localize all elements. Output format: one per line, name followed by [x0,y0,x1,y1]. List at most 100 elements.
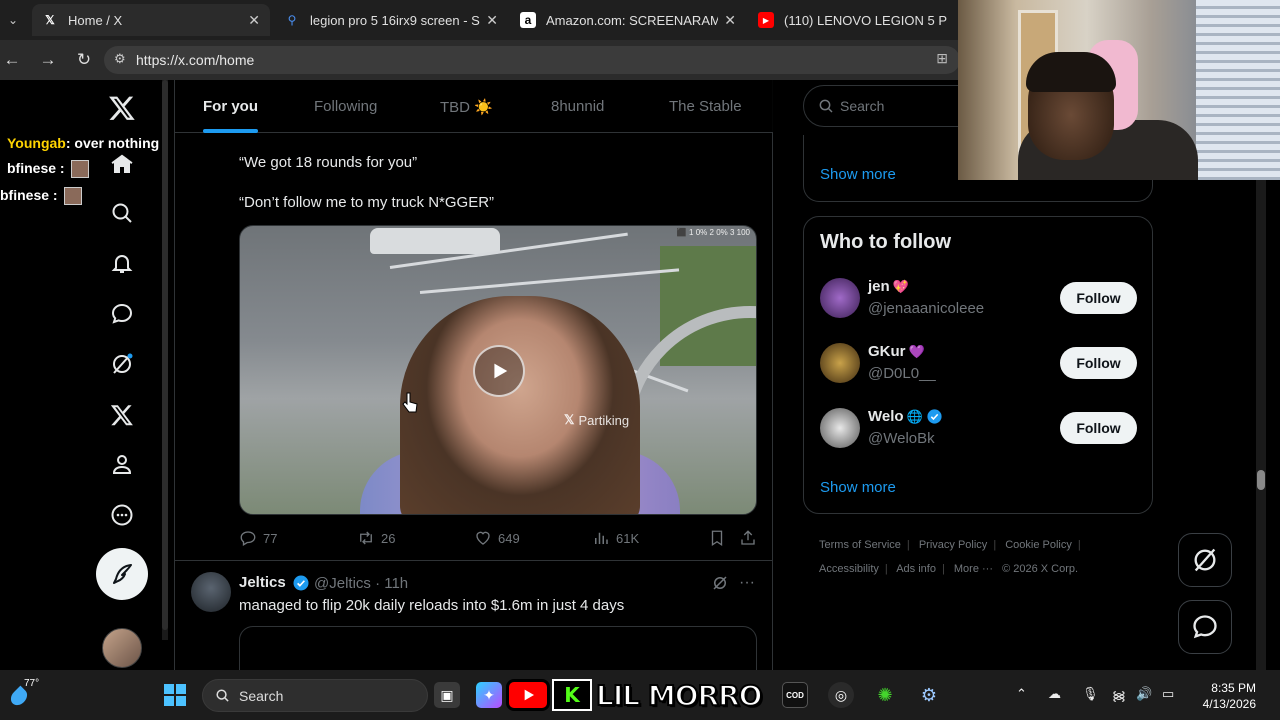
follow-suggestion[interactable]: jen 💖 @jenaaanicoleee Follow [804,272,1152,332]
more-options-icon[interactable] [106,499,138,531]
address-bar[interactable]: ⚙ https://x.com/home ⊞ [104,46,960,74]
messages-icon[interactable] [106,298,138,330]
wifi-icon[interactable]: ᯼ [1112,686,1126,704]
avatar[interactable] [820,408,860,448]
reload-icon[interactable]: ↻ [72,48,96,72]
more-options-icon[interactable]: ··· [739,574,755,592]
follow-button[interactable]: Follow [1060,282,1137,314]
left-scrollbar[interactable] [162,80,168,640]
grok-icon[interactable] [106,348,138,380]
copilot-icon[interactable]: ✦ [476,682,502,708]
author-handle[interactable]: @Jeltics · 11h [314,575,408,592]
footer-link-cookie[interactable]: Cookie Policy [1005,539,1072,551]
author-name[interactable]: Jeltics [239,574,286,591]
views-button[interactable]: 61K [592,529,639,547]
search-icon[interactable] [106,197,138,229]
reply-button[interactable]: 77 [239,529,277,547]
show-more-link[interactable]: Show more [820,166,896,183]
post-text-line: “Don’t follow me to my truck N*GGER” [239,194,495,211]
tab-list-menu-icon[interactable]: ⌄ [0,4,26,36]
windows-start-icon[interactable] [162,682,188,708]
footer-link-privacy[interactable]: Privacy Policy [919,539,987,551]
repost-icon [360,531,372,545]
volume-icon[interactable]: 🔊 [1136,686,1152,702]
avatar[interactable] [820,343,860,383]
account-name[interactable]: GKur 💜 [868,343,925,360]
footer-link-terms[interactable]: Terms of Service [819,539,901,551]
profile-icon[interactable] [106,448,138,480]
account-name[interactable]: Welo 🌐 [868,408,943,425]
x-logo-icon[interactable] [106,92,138,124]
footer-link-more[interactable]: More ··· [954,563,993,575]
razer-icon[interactable]: ✺ [872,682,898,708]
post-media-card[interactable] [239,626,757,670]
chat-text: : [56,160,65,176]
tab-amazon[interactable]: a Amazon.com: SCREENARAMA New ✕ [510,4,746,36]
post-video[interactable]: ⬛ 1 0% 2 0% 3 100 𝕏 Partiking [239,225,757,515]
taskbar-search[interactable]: Search [202,679,428,712]
cloud-icon[interactable]: ☁ [1048,686,1061,702]
footer-link-ads-info[interactable]: Ads info [896,563,936,575]
back-arrow-icon[interactable]: ← [0,48,24,72]
x-logo-icon: 𝕏 [45,13,55,27]
chrome-icon[interactable]: ◎ [828,682,854,708]
footer-link-accessibility[interactable]: Accessibility [819,563,879,575]
search-icon [215,688,230,708]
weather-widget[interactable]: 77° [7,678,40,712]
post-divider [175,560,773,561]
tab-label: Home / X [68,12,123,28]
bookmark-button[interactable] [708,529,726,547]
tab-tbd[interactable]: TBD ☀️ [440,98,493,116]
search-icon [818,98,834,119]
forward-arrow-icon[interactable]: → [36,48,60,72]
account-avatar[interactable] [102,628,142,668]
verified-badge-icon [927,409,942,424]
system-clock[interactable]: 8:35 PM 4/13/2026 [1196,680,1256,712]
follow-suggestion[interactable]: Welo 🌐 @WeloBk Follow [804,402,1152,462]
messages-fab-button[interactable] [1178,600,1232,654]
share-button[interactable] [739,529,757,547]
tab-youtube[interactable]: ▶ (110) LENOVO LEGION 5 PRO 16A [748,4,958,36]
site-info-icon[interactable]: ⚙ [114,51,126,67]
microphone-icon[interactable]: 🎙 [1082,686,1099,702]
compose-post-button[interactable] [96,548,148,600]
like-button[interactable]: 649 [474,529,520,547]
tab-home-x[interactable]: 𝕏 Home / X ✕ [32,4,270,36]
account-handle[interactable]: @jenaaanicoleee [868,300,984,317]
account-handle[interactable]: @D0L0__ [868,365,936,382]
heart-emoji-icon: 💜 [908,343,925,359]
app-available-icon[interactable]: ⊞ [936,50,948,67]
play-icon [494,363,508,379]
battery-icon[interactable]: ▭ [1162,686,1174,702]
follow-button[interactable]: Follow [1060,347,1137,379]
grok-fab-button[interactable] [1178,533,1232,587]
play-button[interactable] [473,345,525,397]
tab-for-you[interactable]: For you [203,98,258,115]
repost-button[interactable]: 26 [357,529,395,547]
show-more-link[interactable]: Show more [820,479,896,496]
follow-button[interactable]: Follow [1060,412,1137,444]
streamer-brand-overlay: K LIL MORRO [506,678,763,713]
tab-search[interactable]: ⚲ legion pro 5 16irx9 screen - Search ✕ [274,4,508,36]
grok-icon[interactable] [711,574,729,597]
home-icon[interactable] [106,148,138,180]
bell-icon[interactable] [106,247,138,279]
close-icon[interactable]: ✕ [486,12,498,29]
avatar[interactable] [820,278,860,318]
close-icon[interactable]: ✕ [248,12,260,29]
tab-following[interactable]: Following [314,98,377,115]
follow-suggestion[interactable]: GKur 💜 @D0L0__ Follow [804,337,1152,397]
youtube-logo-icon [506,679,550,711]
settings-gear-icon[interactable]: ⚙ [916,682,942,708]
tab-the-stable[interactable]: The Stable [669,98,742,115]
main-timeline: For you Following TBD ☀️ 8hunnid The Sta… [174,80,773,670]
close-icon[interactable]: ✕ [724,12,736,29]
account-name[interactable]: jen 💖 [868,278,909,295]
premium-x-icon[interactable] [106,399,138,431]
task-view-icon[interactable]: ▣ [434,682,460,708]
author-avatar[interactable] [191,572,231,612]
tab-8hunnid[interactable]: 8hunnid [551,98,604,115]
call-of-duty-icon[interactable]: COD [782,682,808,708]
account-handle[interactable]: @WeloBk [868,430,935,447]
chevron-up-icon[interactable]: ⌃ [1016,686,1027,702]
